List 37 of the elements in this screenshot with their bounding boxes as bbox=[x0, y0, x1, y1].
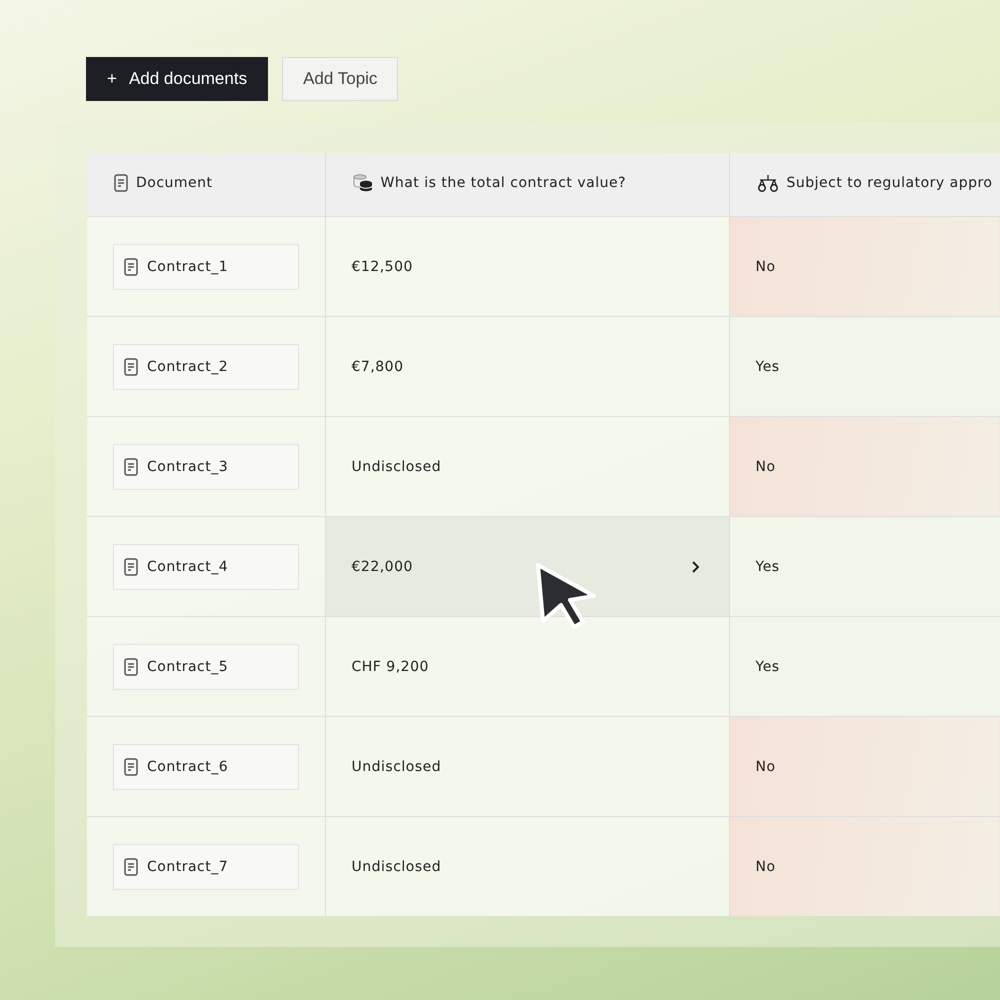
answer-cell: No bbox=[729, 416, 1000, 516]
column-label: Document bbox=[136, 174, 213, 190]
document-icon bbox=[124, 858, 138, 876]
value-cell[interactable]: Undisclosed bbox=[325, 416, 729, 516]
scales-icon bbox=[756, 174, 778, 192]
document-icon bbox=[124, 558, 138, 576]
document-chip[interactable]: Contract_3 bbox=[113, 444, 299, 490]
answer-cell: Yes bbox=[729, 516, 1000, 616]
value-cell[interactable]: Undisclosed bbox=[325, 816, 729, 916]
value-cell[interactable]: €12,500 bbox=[325, 216, 729, 316]
value-cell[interactable]: €22,000 bbox=[325, 516, 729, 616]
document-chip[interactable]: Contract_7 bbox=[113, 844, 299, 890]
column-label: What is the total contract value? bbox=[380, 174, 626, 190]
add-documents-button[interactable]: + Add documents bbox=[86, 57, 268, 101]
answer-cell: No bbox=[729, 216, 1000, 316]
value-cell[interactable]: Undisclosed bbox=[325, 716, 729, 816]
document-icon bbox=[124, 658, 138, 676]
document-icon bbox=[124, 358, 138, 376]
answer-cell: No bbox=[729, 716, 1000, 816]
column-label: Subject to regulatory appro bbox=[786, 174, 992, 190]
coins-icon bbox=[352, 174, 372, 192]
document-chip[interactable]: Contract_1 bbox=[113, 244, 299, 290]
document-icon bbox=[114, 174, 128, 192]
document-chip[interactable]: Contract_2 bbox=[113, 344, 299, 390]
value-cell[interactable]: CHF 9,200 bbox=[325, 616, 729, 716]
document-icon bbox=[124, 258, 138, 276]
chevron-right-icon[interactable] bbox=[690, 561, 698, 573]
answer-cell: Yes bbox=[729, 616, 1000, 716]
document-icon bbox=[124, 758, 138, 776]
document-icon bbox=[124, 458, 138, 476]
document-chip[interactable]: Contract_5 bbox=[113, 644, 299, 690]
answer-cell: Yes bbox=[729, 316, 1000, 416]
document-chip[interactable]: Contract_6 bbox=[113, 744, 299, 790]
add-topic-button[interactable]: Add Topic bbox=[282, 57, 398, 101]
value-cell[interactable]: €7,800 bbox=[325, 316, 729, 416]
answer-cell: No bbox=[729, 816, 1000, 916]
document-chip[interactable]: Contract_4 bbox=[113, 544, 299, 590]
